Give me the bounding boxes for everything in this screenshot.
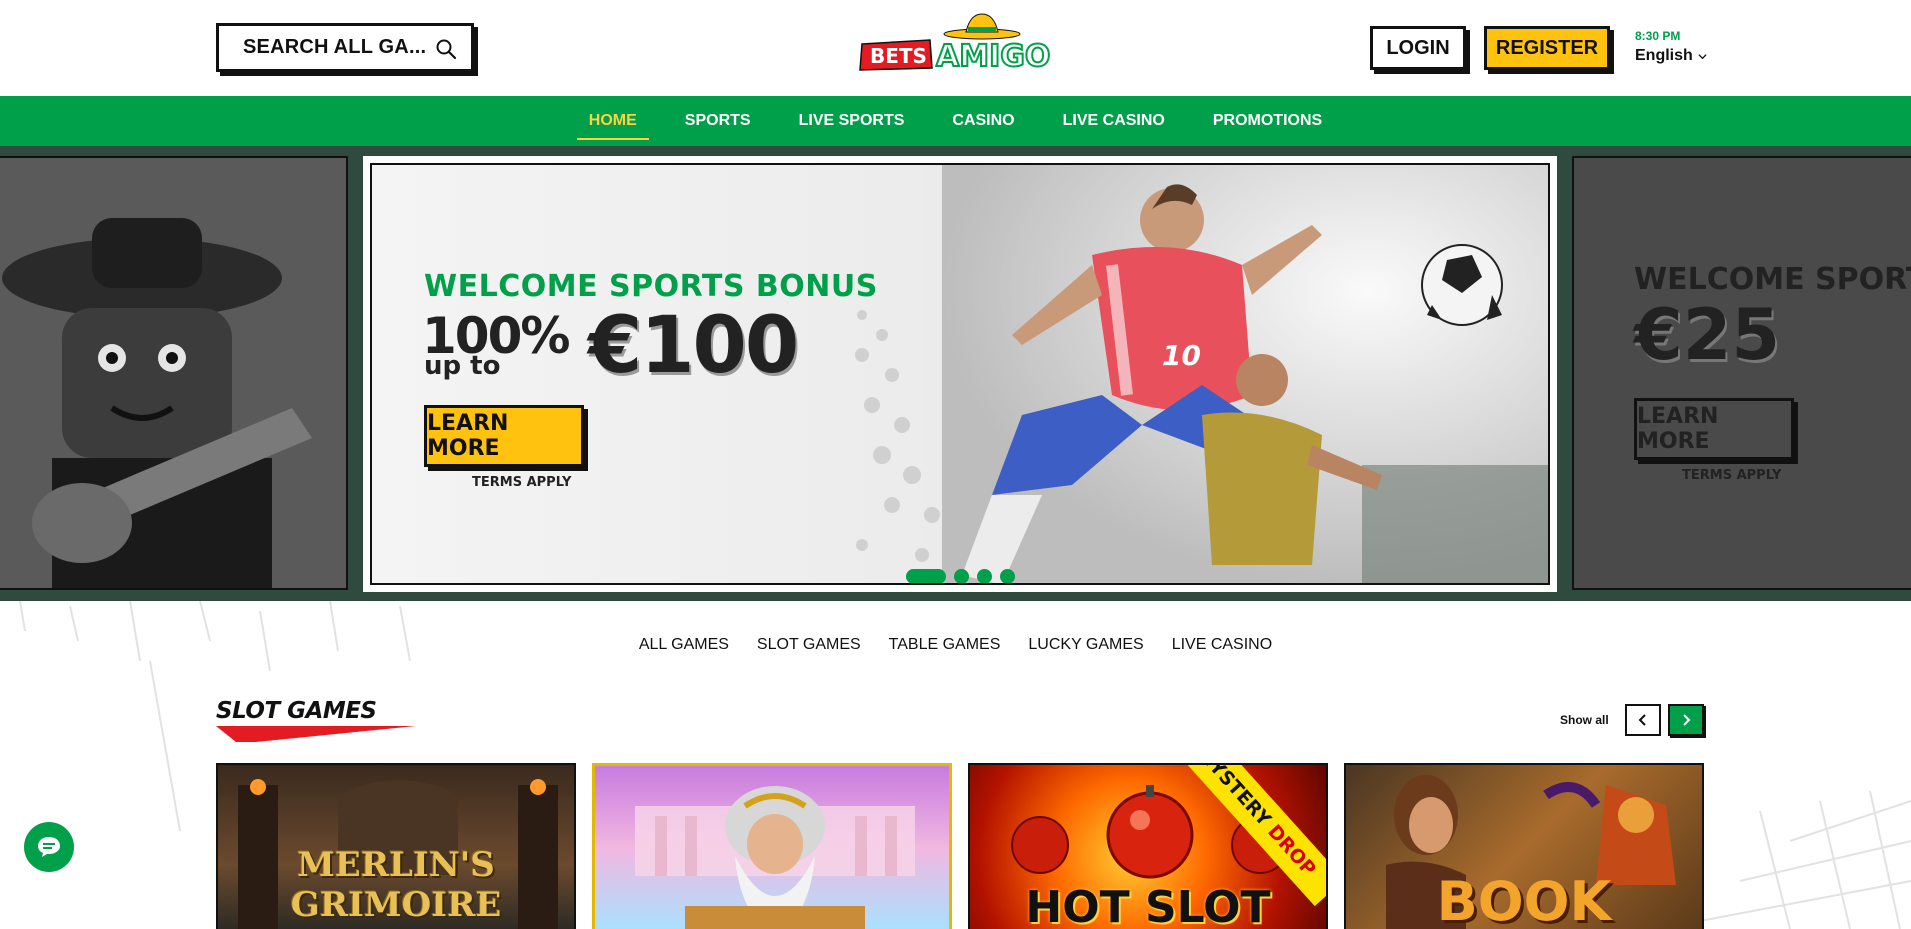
carousel-pagination (906, 569, 1015, 583)
clock-time: 8:30 PM (1635, 29, 1681, 43)
tab-lucky-games[interactable]: LUCKY GAMES (1028, 636, 1143, 654)
next-terms-apply-text: TERMS APPLY (1682, 468, 1782, 483)
betsamigo-logo[interactable]: BETS AMIGO (858, 12, 1062, 74)
game-title: BOOK (1436, 870, 1612, 929)
nav-item-casino[interactable]: CASINO (940, 100, 1026, 142)
tab-table-games[interactable]: TABLE GAMES (889, 636, 1001, 654)
slot-games-list: MERLIN'S GRIMOIRE MYSTERY DROP HOT SLOT (216, 763, 1704, 929)
language-label: English (1635, 47, 1693, 64)
logo-text-bets: BETS (870, 44, 927, 68)
game-category-tabs: ALL GAMES SLOT GAMES TABLE GAMES LUCKY G… (0, 636, 1911, 654)
logo-text-amigo: AMIGO (936, 39, 1050, 74)
nav-item-sports[interactable]: SPORTS (673, 100, 763, 142)
carousel-dot-2[interactable] (954, 569, 969, 583)
nav-item-home[interactable]: HOME (576, 100, 649, 142)
register-button[interactable]: REGISTER (1484, 26, 1610, 70)
search-games-input[interactable]: SEARCH ALL GA... (216, 23, 474, 72)
learn-more-button[interactable]: LEARN MORE (424, 405, 584, 467)
site-header: SEARCH ALL GA... BETS AMIGO LOGIN REGIST… (0, 0, 1911, 96)
carousel-next-slide[interactable]: WELCOME SPORTS €25 LEARN MORE TERMS APPL… (1572, 156, 1911, 590)
game-card-hot-slot[interactable]: MYSTERY DROP HOT SLOT (968, 763, 1328, 929)
tab-all-games[interactable]: ALL GAMES (639, 636, 729, 654)
search-placeholder: SEARCH ALL GA... (243, 36, 427, 58)
show-all-link[interactable]: Show all (1560, 713, 1609, 727)
chat-bubble-icon (38, 837, 60, 857)
tab-live-casino[interactable]: LIVE CASINO (1172, 636, 1272, 654)
mariachi-character-image (0, 158, 346, 588)
tab-slot-games[interactable]: SLOT GAMES (757, 636, 861, 654)
promo-up-to: up to (424, 351, 501, 381)
hero-carousel: 10 WELCOME SPORTS BONUS 100% up to €100 (0, 146, 1911, 601)
live-chat-button[interactable] (24, 822, 74, 872)
terms-apply-text: TERMS APPLY (472, 475, 572, 490)
game-card-merlins-grimoire[interactable]: MERLIN'S GRIMOIRE (216, 763, 576, 929)
zeus-character-image (635, 786, 915, 929)
carousel-dot-3[interactable] (977, 569, 992, 583)
login-button[interactable]: LOGIN (1370, 26, 1466, 70)
game-title: HOT SLOT (1025, 882, 1271, 929)
carousel-active-slide: 10 WELCOME SPORTS BONUS 100% up to €100 (363, 156, 1557, 592)
promo-subtitle: WELCOME SPORTS BONUS (424, 269, 878, 304)
game-card-zeus[interactable] (592, 763, 952, 929)
nav-item-live-sports[interactable]: LIVE SPORTS (787, 100, 917, 142)
chevron-left-icon (1638, 714, 1646, 726)
game-card-book[interactable]: BOOK (1344, 763, 1704, 929)
football-players-image: 10 (855, 165, 1548, 583)
game-title: MERLIN'S GRIMOIRE (290, 845, 502, 925)
carousel-dot-4[interactable] (1000, 569, 1015, 583)
chevron-right-icon (1683, 714, 1691, 726)
nav-item-promotions[interactable]: PROMOTIONS (1201, 100, 1334, 142)
welcome-bonus-banner[interactable]: 10 WELCOME SPORTS BONUS 100% up to €100 (370, 163, 1550, 585)
carousel-next-button[interactable] (1668, 704, 1704, 736)
next-promo-amount: €25 (1634, 294, 1781, 376)
promo-amount: €100 (588, 301, 799, 391)
next-promo-subtitle: WELCOME SPORTS (1634, 262, 1911, 297)
carousel-prev-button[interactable] (1625, 704, 1661, 736)
nav-item-live-casino[interactable]: LIVE CASINO (1051, 100, 1177, 142)
chevron-down-icon (1698, 53, 1707, 59)
carousel-dot-1[interactable] (906, 569, 946, 583)
section-title: SLOT GAMES (216, 698, 377, 724)
main-nav: HOME SPORTS LIVE SPORTS CASINO LIVE CASI… (0, 96, 1911, 146)
jersey-number: 10 (1162, 339, 1201, 372)
search-icon[interactable] (435, 38, 457, 60)
carousel-prev-slide[interactable] (0, 156, 348, 590)
title-underline-decoration (216, 726, 416, 742)
language-selector[interactable]: English (1635, 47, 1707, 65)
next-learn-more-button[interactable]: LEARN MORE (1634, 398, 1794, 460)
